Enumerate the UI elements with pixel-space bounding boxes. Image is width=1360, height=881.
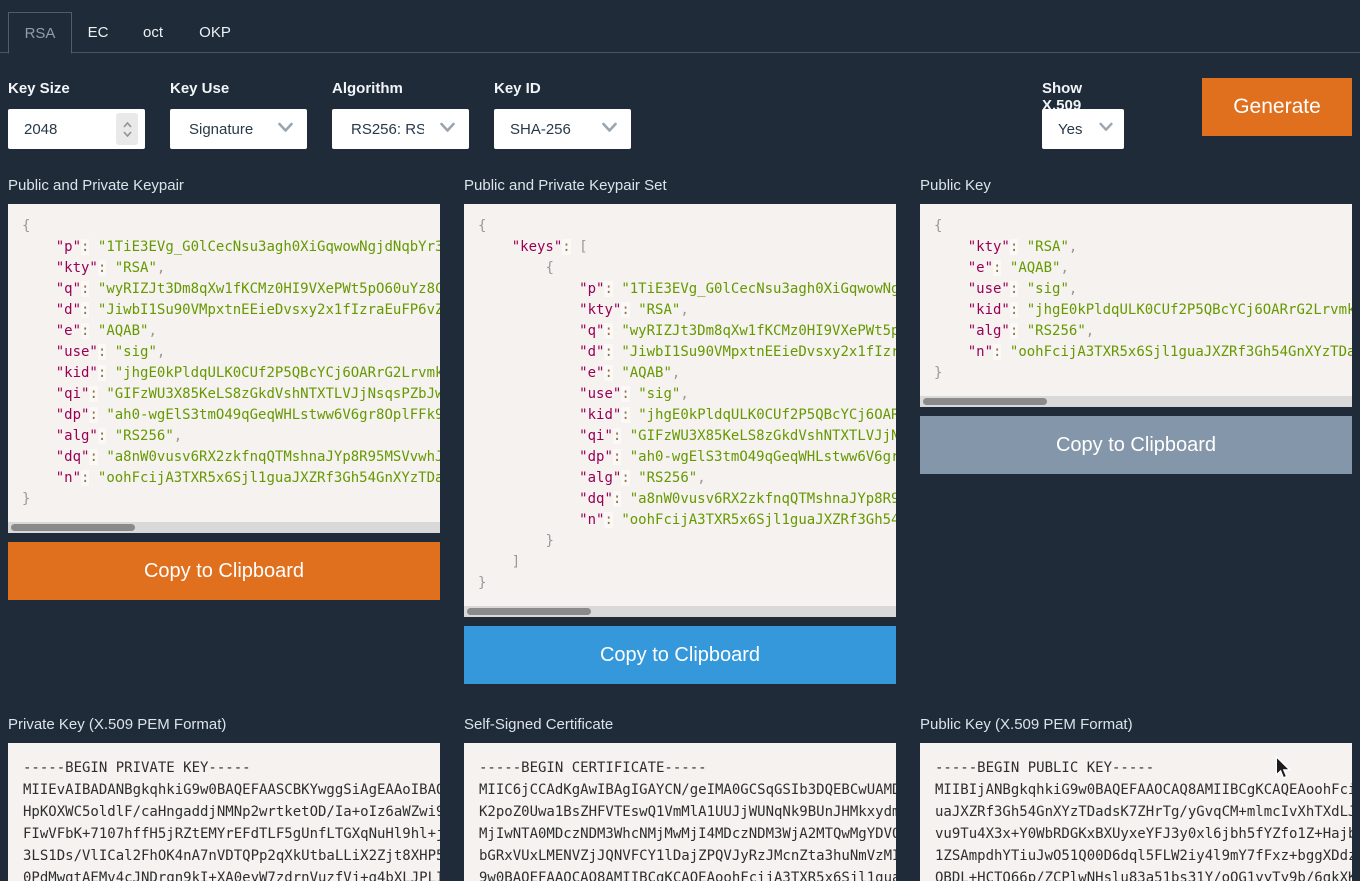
keypair-scrollbar[interactable] bbox=[8, 522, 440, 533]
public-key-title: Public Key bbox=[920, 177, 1352, 196]
keypair-set-codebox: { "keys": [ { "p": "1TiE3EVg_G0lCecNsu3a… bbox=[464, 204, 896, 617]
keypair-section: Public and Private Keypair { "p": "1TiE3… bbox=[8, 177, 440, 600]
public-key-scrollbar-thumb[interactable] bbox=[923, 398, 1047, 405]
key-size-stepper[interactable] bbox=[116, 113, 138, 145]
generate-button[interactable]: Generate bbox=[1202, 78, 1352, 136]
tab-oct[interactable]: oct bbox=[128, 12, 178, 53]
public-key-codebox: { "kty": "RSA", "e": "AQAB", "use": "sig… bbox=[920, 204, 1352, 407]
key-use-field: Key Use Signature bbox=[170, 80, 307, 149]
key-size-field: Key Size bbox=[8, 80, 145, 149]
show-x509-value: Yes bbox=[1042, 121, 1082, 138]
keypair-set-json: { "keys": [ { "p": "1TiE3EVg_G0lCecNsu3a… bbox=[464, 204, 896, 606]
key-use-label: Key Use bbox=[170, 80, 307, 102]
algorithm-select[interactable]: RS256: RSA bbox=[332, 109, 469, 149]
show-x509-label: Show X.509 bbox=[1042, 80, 1124, 102]
algorithm-field: Algorithm RS256: RSA bbox=[332, 80, 469, 149]
keypair-title: Public and Private Keypair bbox=[8, 177, 440, 196]
certificate-section: Self-Signed Certificate -----BEGIN CERTI… bbox=[464, 716, 896, 881]
private-pem-codebox: -----BEGIN PRIVATE KEY----- MIIEvAIBADAN… bbox=[8, 743, 440, 881]
private-pem-section: Private Key (X.509 PEM Format) -----BEGI… bbox=[8, 716, 440, 881]
tab-okp[interactable]: OKP bbox=[186, 12, 244, 53]
show-x509-select[interactable]: Yes bbox=[1042, 109, 1124, 149]
tab-rsa[interactable]: RSA bbox=[8, 12, 72, 54]
key-size-input-wrap bbox=[8, 109, 145, 149]
keypair-scrollbar-thumb[interactable] bbox=[11, 524, 135, 531]
certificate-pem: -----BEGIN CERTIFICATE----- MIIC6jCCAdKg… bbox=[464, 743, 896, 881]
stepper-down-icon[interactable] bbox=[123, 131, 132, 137]
public-pem-title: Public Key (X.509 PEM Format) bbox=[920, 716, 1352, 735]
stepper-up-icon[interactable] bbox=[123, 122, 132, 128]
private-key-pem: -----BEGIN PRIVATE KEY----- MIIEvAIBADAN… bbox=[8, 743, 440, 881]
keypair-set-section: Public and Private Keypair Set { "keys":… bbox=[464, 177, 896, 684]
private-pem-title: Private Key (X.509 PEM Format) bbox=[8, 716, 440, 735]
jwk-generator-page: { "tabs": [ { "label": "RSA", "active": … bbox=[0, 0, 1360, 881]
keypair-set-title: Public and Private Keypair Set bbox=[464, 177, 896, 196]
key-id-select[interactable]: SHA-256 bbox=[494, 109, 631, 149]
public-key-scrollbar[interactable] bbox=[920, 396, 1352, 407]
key-id-label: Key ID bbox=[494, 80, 631, 102]
keypair-codebox: { "p": "1TiE3EVg_G0lCecNsu3agh0XiGqwowNg… bbox=[8, 204, 440, 533]
algorithm-label: Algorithm bbox=[332, 80, 469, 102]
tab-ec[interactable]: EC bbox=[76, 12, 120, 53]
public-pem-codebox: -----BEGIN PUBLIC KEY----- MIIBIjANBgkqh… bbox=[920, 743, 1352, 881]
public-key-section: Public Key { "kty": "RSA", "e": "AQAB", … bbox=[920, 177, 1352, 474]
key-size-label: Key Size bbox=[8, 80, 145, 102]
key-id-field: Key ID SHA-256 bbox=[494, 80, 631, 149]
public-pem-section: Public Key (X.509 PEM Format) -----BEGIN… bbox=[920, 716, 1352, 881]
certificate-codebox: -----BEGIN CERTIFICATE----- MIIC6jCCAdKg… bbox=[464, 743, 896, 881]
public-key-pem: -----BEGIN PUBLIC KEY----- MIIBIjANBgkqh… bbox=[920, 743, 1352, 881]
keypair-set-scrollbar-thumb[interactable] bbox=[467, 608, 591, 615]
certificate-title: Self-Signed Certificate bbox=[464, 716, 896, 735]
keypair-json: { "p": "1TiE3EVg_G0lCecNsu3agh0XiGqwowNg… bbox=[8, 204, 440, 522]
keypair-set-scrollbar[interactable] bbox=[464, 606, 896, 617]
chevron-down-icon bbox=[278, 122, 293, 133]
chevron-down-icon bbox=[1099, 122, 1113, 132]
key-id-value: SHA-256 bbox=[494, 121, 571, 138]
copy-public-key-button[interactable]: Copy to Clipboard bbox=[920, 416, 1352, 474]
algorithm-value: RS256: RSA bbox=[332, 121, 424, 138]
chevron-down-icon bbox=[440, 122, 455, 133]
key-use-select[interactable]: Signature bbox=[170, 109, 307, 149]
key-use-value: Signature bbox=[170, 121, 253, 138]
chevron-down-icon bbox=[602, 122, 617, 133]
copy-keypair-set-button[interactable]: Copy to Clipboard bbox=[464, 626, 896, 684]
copy-keypair-button[interactable]: Copy to Clipboard bbox=[8, 542, 440, 600]
key-type-tab-bar: RSA EC oct OKP bbox=[0, 0, 1360, 53]
public-key-json: { "kty": "RSA", "e": "AQAB", "use": "sig… bbox=[920, 204, 1352, 396]
show-x509-field: Show X.509 Yes bbox=[1042, 80, 1124, 149]
